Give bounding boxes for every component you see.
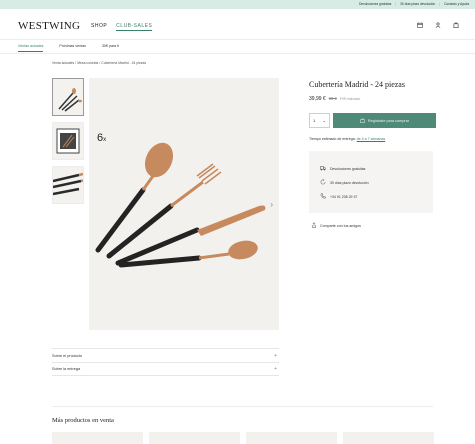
delivery-value: de 4 a 7 semanas xyxy=(356,137,386,141)
site-header: WESTWING SHOP CLUB-SALES xyxy=(0,9,475,40)
breadcrumb-separator: / xyxy=(75,61,77,65)
next-image-arrow[interactable]: › xyxy=(270,200,273,209)
plus-icon: + xyxy=(274,352,277,359)
return-arrow-icon xyxy=(320,178,326,186)
return-period-link[interactable]: 30 días plazo devolución xyxy=(400,2,435,6)
cutlery-illustration xyxy=(95,142,266,268)
nav-shop[interactable]: SHOP xyxy=(91,23,107,31)
current-price: 39,99 € xyxy=(309,96,326,102)
product-accordion: Sobre el producto + Sobre la entrega + xyxy=(52,348,279,376)
info-text: 30 días plazo devolución xyxy=(330,180,369,185)
breadcrumb-current: Cubertería Madrid - 24 piezas xyxy=(101,61,147,65)
accordion-about-product[interactable]: Sobre el producto + xyxy=(52,348,279,362)
share-label: Comparte con tus amigos xyxy=(320,223,361,228)
plus-icon: + xyxy=(274,366,277,372)
logo[interactable]: WESTWING xyxy=(18,20,80,32)
delivery-label: Tiempo estimado de entrega: xyxy=(309,137,356,141)
info-return-days: 30 días plazo devolución xyxy=(320,178,369,186)
separator: | xyxy=(439,2,441,6)
quantity-select[interactable]: 1 ⌄ xyxy=(309,113,330,128)
accordion-label: Sobre el producto xyxy=(52,353,82,358)
top-links: Devoluciones gratuitas | 30 días plazo d… xyxy=(359,2,469,6)
breadcrumb: Venta actuales / Mesa colorida / Cuberte… xyxy=(52,61,146,65)
quantity-value: 1 xyxy=(313,118,316,123)
image-quantity-label: 6x xyxy=(97,132,107,144)
info-free-returns: Devoluciones gratuitas xyxy=(320,165,365,172)
sub-nav: Ventas actuales Próximas ventas 30€ para… xyxy=(0,40,475,54)
tab-upcoming-sales[interactable]: Próximas ventas xyxy=(59,44,86,52)
bag-icon[interactable] xyxy=(453,22,459,28)
accordion-about-delivery[interactable]: Sobre la entrega + xyxy=(52,362,279,376)
info-text: Devoluciones gratuitas xyxy=(330,166,366,171)
thumbnail-list xyxy=(52,78,84,210)
product-card[interactable] xyxy=(246,432,337,444)
free-returns-link[interactable]: Devoluciones gratuitas xyxy=(359,2,391,6)
truck-icon xyxy=(320,165,326,172)
chevron-down-icon: ⌄ xyxy=(322,118,326,123)
accordion-label: Sobre la entrega xyxy=(52,367,81,371)
product-card[interactable] xyxy=(52,432,143,444)
calendar-icon[interactable] xyxy=(417,22,423,28)
top-bar: Devoluciones gratuitas | 30 días plazo d… xyxy=(0,0,475,9)
product-card[interactable] xyxy=(343,432,434,444)
info-phone: +34 91 208 29 37 xyxy=(320,193,357,200)
price-block: 39,99 € 83 € PVR estimado xyxy=(309,96,360,102)
buy-row: 1 ⌄ Regístrate para comprar xyxy=(309,113,436,128)
register-button-label: Regístrate para comprar xyxy=(367,118,410,123)
product-image[interactable]: 6x › xyxy=(89,78,279,330)
product-title: Cubertería Madrid - 24 piezas xyxy=(309,80,405,89)
breadcrumb-separator: / xyxy=(99,61,101,65)
nav-club-sales[interactable]: CLUB-SALES xyxy=(116,23,153,31)
bag-icon xyxy=(360,117,365,124)
separator: | xyxy=(395,2,397,6)
info-text[interactable]: +34 91 208 29 37 xyxy=(330,195,357,199)
breadcrumb-item[interactable]: Mesa colorida xyxy=(77,61,98,65)
breadcrumb-item[interactable]: Venta actuales xyxy=(52,61,74,65)
pvr-label: PVR estimado xyxy=(339,97,361,101)
register-to-buy-button[interactable]: Regístrate para comprar xyxy=(333,113,436,128)
tab-30-for-you[interactable]: 30€ para ti xyxy=(102,44,119,52)
header-icons xyxy=(417,22,459,28)
thumbnail-box[interactable] xyxy=(52,122,84,160)
user-icon[interactable] xyxy=(435,22,441,28)
phone-icon xyxy=(320,193,326,200)
tab-current-sales[interactable]: Ventas actuales xyxy=(18,44,44,52)
thumbnail-cutlery[interactable] xyxy=(52,78,84,116)
share-link[interactable]: Comparte con tus amigos xyxy=(311,222,361,229)
thumbnail-closeup[interactable] xyxy=(52,166,84,204)
product-card[interactable] xyxy=(149,432,240,444)
main-nav: SHOP CLUB-SALES xyxy=(91,23,153,31)
service-info-box: Devoluciones gratuitas 30 días plazo dev… xyxy=(309,151,433,213)
more-products-title: Más productos en venta xyxy=(52,417,114,424)
share-icon xyxy=(311,222,317,229)
old-price: 83 € xyxy=(328,96,337,101)
section-divider xyxy=(52,406,433,407)
more-products-row xyxy=(52,432,434,444)
delivery-estimate: Tiempo estimado de entrega: de 4 a 7 sem… xyxy=(309,137,385,141)
contact-help-link[interactable]: Contacto y Ayuda xyxy=(444,2,469,6)
